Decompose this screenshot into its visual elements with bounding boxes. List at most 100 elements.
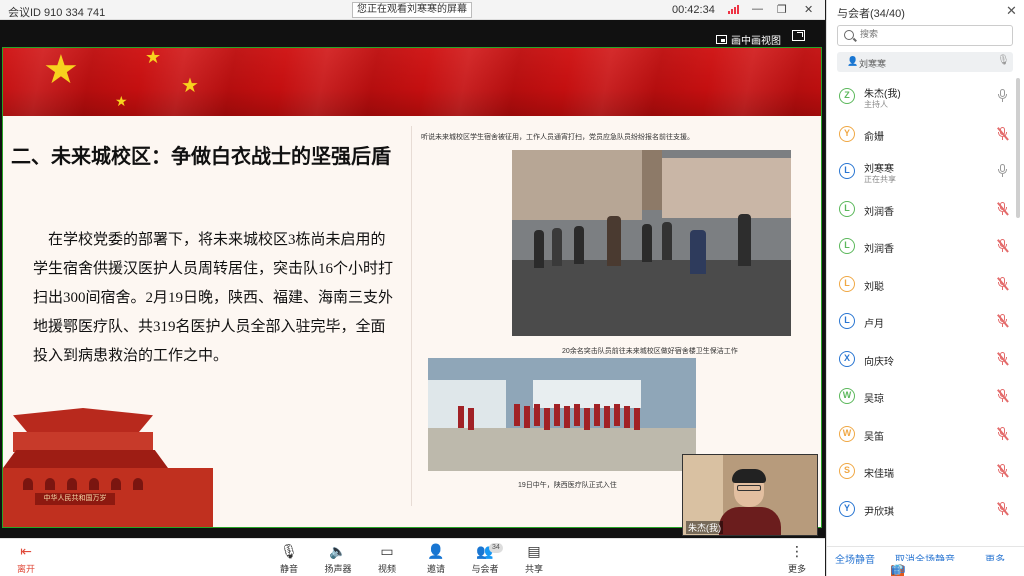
- close-window-button[interactable]: ✕: [804, 3, 813, 16]
- participant-item[interactable]: W 吴琼: [827, 378, 1024, 416]
- more-button[interactable]: ⋮ 更多: [775, 543, 819, 575]
- slide-title: 二、未来城校区：争做白衣战士的坚强后盾: [11, 146, 391, 168]
- view-mode-button[interactable]: 画中画视图: [716, 32, 781, 47]
- participant-search[interactable]: [837, 25, 1013, 46]
- search-icon: [844, 30, 854, 40]
- add-user-icon: 👤: [427, 543, 445, 559]
- muted-microphone-icon[interactable]: [997, 464, 1009, 478]
- participant-name: 刘润香: [864, 206, 894, 218]
- mute-button[interactable]: 🎙 静音: [267, 543, 311, 575]
- avatar: L: [839, 238, 855, 254]
- participant-item[interactable]: L 刘聪: [827, 266, 1024, 304]
- participant-name: 吴笛: [864, 431, 884, 443]
- red-flag-banner: ★ ★ ★ ★: [3, 47, 821, 116]
- participant-name: 宋佳瑞: [864, 469, 894, 480]
- more-icon: ⋮: [790, 543, 804, 559]
- participant-list-scrollbar[interactable]: [1016, 78, 1020, 218]
- muted-microphone-icon[interactable]: [997, 389, 1009, 403]
- microphone-icon: 🎙: [280, 543, 298, 559]
- muted-microphone-icon[interactable]: [997, 239, 1009, 253]
- muted-microphone-icon[interactable]: [997, 501, 1009, 516]
- star-icon: ★: [43, 48, 79, 92]
- speaker-label: 扬声器: [324, 564, 352, 574]
- close-panel-icon[interactable]: ✕: [1006, 3, 1017, 19]
- microphone-icon[interactable]: [997, 89, 1008, 103]
- participant-list: Z 朱杰(我) 主持人 Y 俞姗 L 刘寒寒 正在共享 L 刘润香 L 刘润香 L 刘聪 L 卢月 X 向庆玲 W 吴…: [827, 78, 1024, 528]
- camera-icon: ▭: [380, 543, 394, 559]
- video-button[interactable]: ▭ 视频: [365, 543, 409, 575]
- participant-item[interactable]: X 向庆玲: [827, 341, 1024, 379]
- slide-divider: [411, 126, 412, 506]
- participant-item[interactable]: L 刘润香: [827, 228, 1024, 266]
- self-video-thumbnail[interactable]: 朱杰(我): [682, 454, 818, 536]
- avatar: Z: [839, 88, 855, 104]
- tiananmen-gate-image: 中华人民共和国万岁: [3, 408, 213, 527]
- star-icon: ★: [145, 47, 162, 67]
- mute-all-button[interactable]: 全场静音: [835, 551, 875, 566]
- avatar: L: [839, 313, 855, 329]
- speaker-button[interactable]: 🔈 扬声器: [316, 543, 360, 575]
- participant-item[interactable]: Z 朱杰(我) 主持人: [827, 78, 1024, 116]
- muted-microphone-icon[interactable]: [997, 351, 1009, 366]
- photo-medical-team-arrival: [428, 358, 696, 471]
- muted-microphone-icon[interactable]: [997, 314, 1009, 328]
- participant-name: 俞姗: [864, 131, 884, 143]
- participant-name: 尹欣琪: [864, 506, 894, 518]
- participant-name: 朱杰(我): [864, 89, 901, 100]
- bottom-toolbar: ⇤ 离开 🎙 静音 🔈 扬声器 ▭ 视频 👤 邀请 👥 34 与会者 ▤ 共享 …: [0, 538, 825, 576]
- self-video-name: 朱杰(我): [686, 521, 723, 534]
- avatar: W: [839, 425, 855, 442]
- participant-item[interactable]: Y 俞姗: [827, 116, 1024, 154]
- invite-label: 邀请: [426, 564, 445, 574]
- muted-microphone-icon[interactable]: [997, 201, 1009, 216]
- participant-name: 刘聪: [864, 281, 884, 293]
- caption-photo2: 19日中午，陕西医疗队正式入住: [518, 482, 617, 489]
- avatar: L: [839, 275, 855, 292]
- participant-name: 向庆玲: [864, 356, 894, 368]
- caption-photo1: 20余名突击队员前往未来城校区做好宿舍楼卫生保洁工作: [562, 348, 738, 355]
- participant-item[interactable]: Y 尹欣琪: [827, 491, 1024, 529]
- invite-button[interactable]: 👤 邀请: [414, 543, 458, 575]
- title-bar: 会议ID 910 334 741 您正在观看刘寒寒的屏幕 00:42:34 — …: [0, 0, 825, 20]
- minimize-button[interactable]: —: [752, 3, 763, 15]
- video-label: 视频: [377, 564, 396, 574]
- microphone-icon: 🎙: [997, 55, 1010, 66]
- more-label: 更多: [787, 564, 806, 574]
- participants-title: 与会者(34/40): [837, 8, 905, 20]
- gate-plaque: 中华人民共和国万岁: [35, 493, 115, 505]
- participants-badge: 34: [489, 543, 503, 553]
- watching-screen-label[interactable]: 您正在观看刘寒寒的屏幕: [352, 2, 472, 18]
- participant-item[interactable]: S 宋佳瑞: [827, 453, 1024, 491]
- participants-panel: 与会者(34/40) ✕ 👤 刘寒寒 🎙 Z 朱杰(我)主持人 Y 俞姗 L 刘寒寒正在共…: [826, 0, 1024, 576]
- leave-label: 离开: [16, 564, 35, 574]
- ime-tool-icon[interactable]: ▦: [891, 565, 900, 576]
- avatar: W: [839, 388, 855, 404]
- participants-header: 与会者(34/40) ✕: [827, 0, 1024, 22]
- avatar: X: [839, 350, 855, 367]
- star-icon: ★: [181, 75, 199, 97]
- participant-item[interactable]: L 卢月: [827, 303, 1024, 341]
- current-speaker-bar: 👤 刘寒寒 🎙: [837, 52, 1013, 72]
- participant-item[interactable]: W 吴笛: [827, 416, 1024, 454]
- meeting-id: 会议ID 910 334 741: [8, 7, 106, 19]
- participant-item[interactable]: L 刘润香: [827, 191, 1024, 229]
- participants-button[interactable]: 👥 34 与会者: [463, 543, 507, 575]
- participants-label: 与会者: [471, 564, 499, 574]
- input-method-toolbar[interactable]: S 中 °, ☺ 🎤 ⌨ 👕 ▦: [889, 561, 1024, 576]
- avatar: Y: [839, 500, 855, 517]
- avatar: L: [839, 163, 855, 179]
- muted-microphone-icon[interactable]: [997, 426, 1009, 441]
- muted-microphone-icon[interactable]: [997, 276, 1009, 291]
- participant-item[interactable]: L 刘寒寒 正在共享: [827, 153, 1024, 191]
- muted-microphone-icon[interactable]: [997, 126, 1009, 141]
- share-label: 共享: [524, 564, 543, 574]
- fullscreen-icon[interactable]: [792, 30, 805, 41]
- participant-name: 卢月: [864, 319, 884, 330]
- leave-button[interactable]: ⇤ 离开: [4, 543, 48, 575]
- search-input[interactable]: [860, 29, 1010, 39]
- photo-cleaning-team: [512, 150, 791, 336]
- current-speaker-name: 刘寒寒: [859, 59, 887, 69]
- restore-button[interactable]: ❐: [777, 3, 787, 16]
- microphone-icon[interactable]: [997, 164, 1008, 178]
- share-button[interactable]: ▤ 共享: [512, 543, 556, 575]
